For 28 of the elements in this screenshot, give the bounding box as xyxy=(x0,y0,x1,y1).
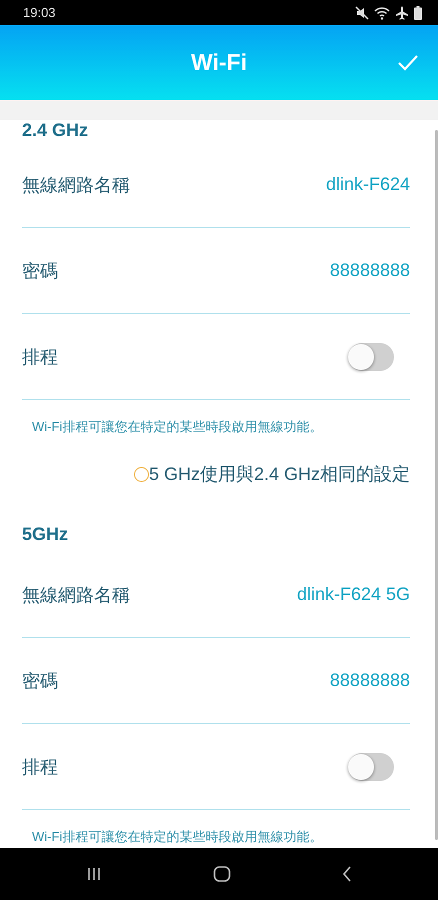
row-value[interactable]: dlink-F624 xyxy=(326,174,410,195)
back-icon[interactable] xyxy=(342,866,352,882)
row-value[interactable]: 88888888 xyxy=(330,260,410,281)
recent-apps-icon[interactable] xyxy=(86,867,102,881)
row-label: 無線網路名稱 xyxy=(22,174,130,196)
schedule-description: Wi-Fi排程可讓您在特定的某些時段啟用無線功能。 xyxy=(31,418,324,436)
battery-icon xyxy=(414,6,422,20)
confirm-check-icon[interactable] xyxy=(397,54,419,72)
schedule-description: Wi-Fi排程可讓您在特定的某些時段啟用無線功能。 xyxy=(31,828,324,846)
wifi-icon xyxy=(374,6,390,20)
radio-button[interactable] xyxy=(134,466,149,482)
row-value[interactable]: 88888888 xyxy=(330,670,410,691)
row-value[interactable]: dlink-F624 5G xyxy=(296,584,410,605)
section-heading: 5GHz xyxy=(22,524,70,546)
row-label: 排程 xyxy=(22,346,58,368)
home-icon[interactable] xyxy=(212,866,231,882)
schedule-toggle[interactable] xyxy=(348,752,394,780)
same-settings-label[interactable]: 5 GHz使用與2.4 GHz相同的設定 xyxy=(148,462,410,486)
row-label: 排程 xyxy=(22,756,58,778)
row-label: 無線網路名稱 xyxy=(22,584,130,606)
row-label: 密碼 xyxy=(22,670,58,692)
mute-icon xyxy=(355,6,369,20)
schedule-toggle[interactable] xyxy=(348,342,394,370)
section-heading: 2.4 GHz xyxy=(22,120,90,142)
airplane-icon xyxy=(395,6,409,20)
header-title: Wi-Fi xyxy=(191,49,247,76)
row-label: 密碼 xyxy=(22,260,58,282)
status-time: 19:03 xyxy=(23,5,56,20)
